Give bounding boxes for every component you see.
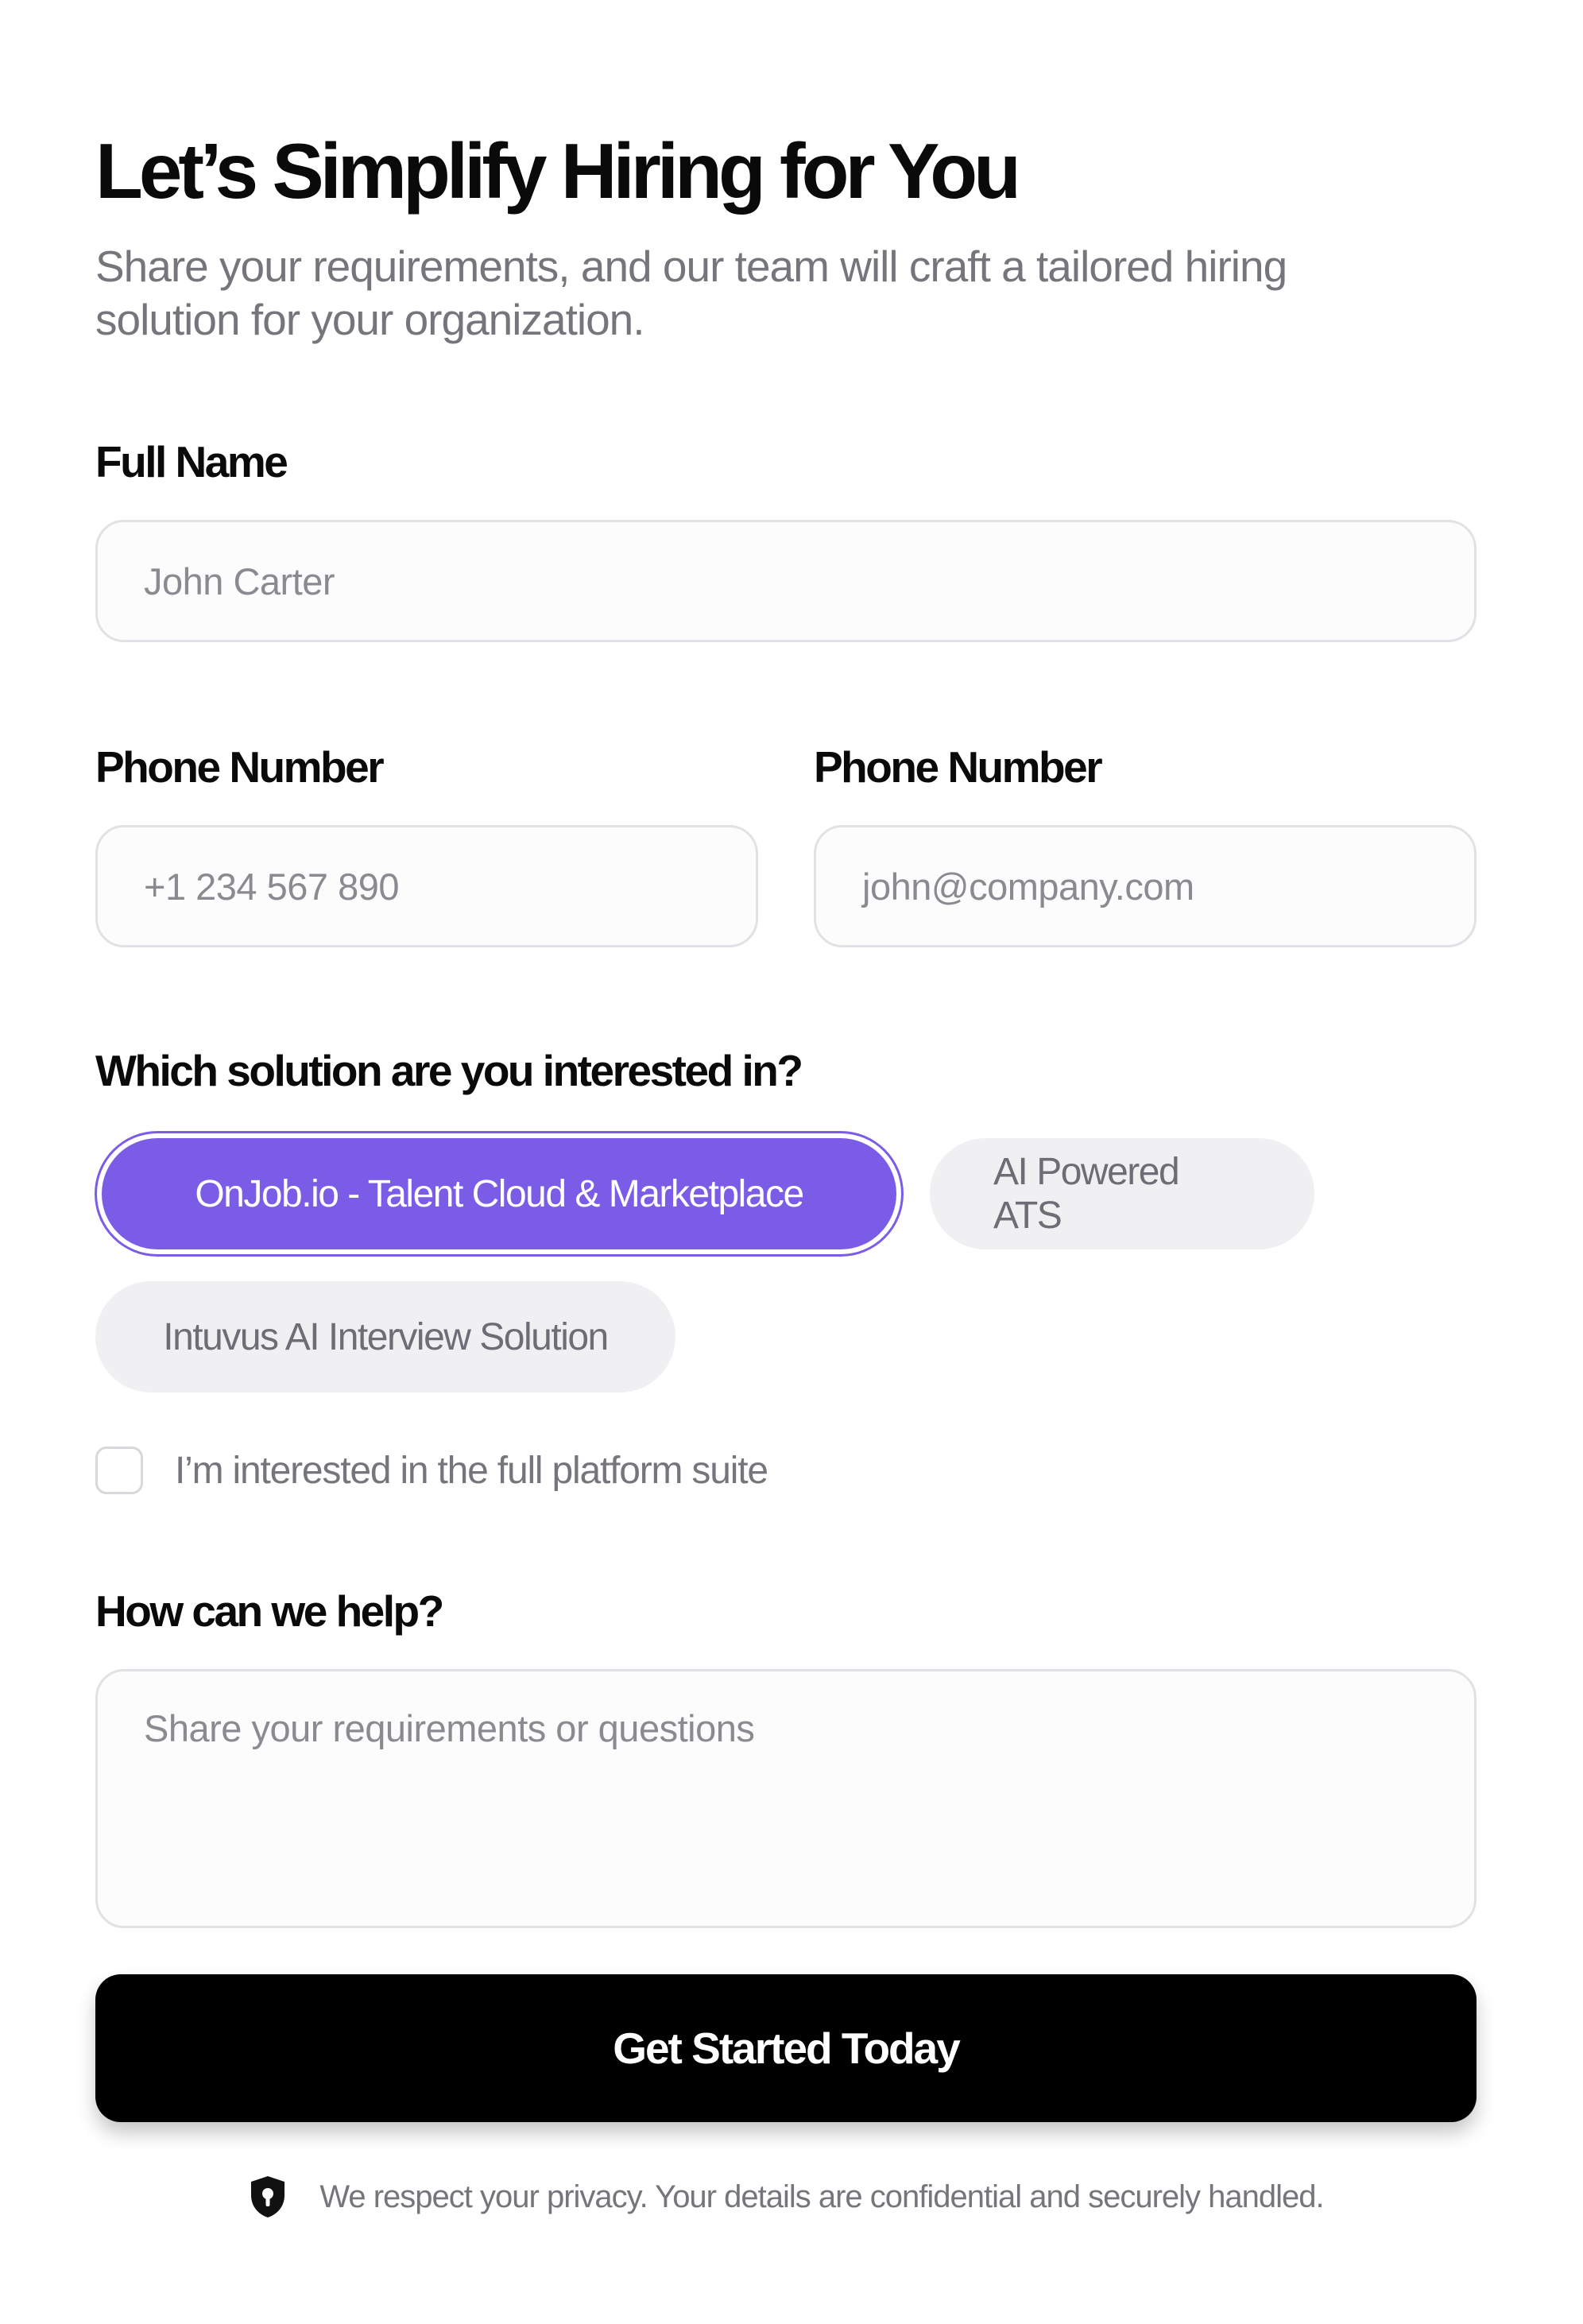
phone-group: Phone Number +1 234 567 890 [95, 739, 758, 947]
shield-lock-icon [248, 2175, 288, 2219]
email-group: Phone Number john@company.com [814, 739, 1477, 947]
full-name-placeholder: John Carter [144, 560, 335, 602]
full-suite-checkbox[interactable] [95, 1447, 143, 1494]
phone-placeholder: +1 234 567 890 [144, 865, 400, 908]
full-suite-label[interactable]: I’m interested in the full platform suit… [175, 1449, 768, 1493]
solution-option-ats[interactable]: AI Powered ATS [930, 1138, 1314, 1249]
full-name-label: Full Name [95, 437, 288, 486]
full-suite-row: I’m interested in the full platform suit… [95, 1447, 1477, 1494]
solution-options: OnJob.io - Talent Cloud & Marketplace AI… [95, 1138, 1477, 1392]
email-placeholder: john@company.com [862, 865, 1194, 908]
full-name-group: Full Name John Carter [95, 434, 1477, 642]
privacy-text: We respect your privacy. Your details ar… [319, 2179, 1324, 2214]
solution-label: Which solution are you interested in? [95, 1046, 803, 1095]
help-placeholder: Share your requirements or questions [144, 1707, 755, 1749]
help-group: How can we help? Share your requirements… [95, 1583, 1477, 1928]
get-started-button[interactable]: Get Started Today [95, 1974, 1477, 2122]
privacy-note: We respect your privacy. Your details ar… [95, 2175, 1477, 2219]
solution-group: Which solution are you interested in? On… [95, 1043, 1477, 1392]
contact-row: Phone Number +1 234 567 890 Phone Number… [95, 739, 1477, 947]
solution-option-onjob[interactable]: OnJob.io - Talent Cloud & Marketplace [102, 1138, 896, 1249]
solution-option-intuvus[interactable]: Intuvus AI Interview Solution [95, 1281, 675, 1392]
help-label: How can we help? [95, 1586, 444, 1636]
page-subtitle: Share your requirements, and our team wi… [95, 242, 1287, 344]
email-input[interactable]: john@company.com [814, 825, 1477, 947]
help-textarea[interactable]: Share your requirements or questions [95, 1669, 1477, 1928]
email-label: Phone Number [814, 742, 1103, 792]
page-title: Let’s Simplify Hiring for You [95, 127, 1021, 215]
get-started-label: Get Started Today [613, 2024, 961, 2073]
phone-input[interactable]: +1 234 567 890 [95, 825, 758, 947]
full-name-input[interactable]: John Carter [95, 520, 1477, 642]
contact-form-page: Let’s Simplify Hiring for You Share your… [95, 119, 1477, 2219]
phone-label: Phone Number [95, 742, 385, 792]
